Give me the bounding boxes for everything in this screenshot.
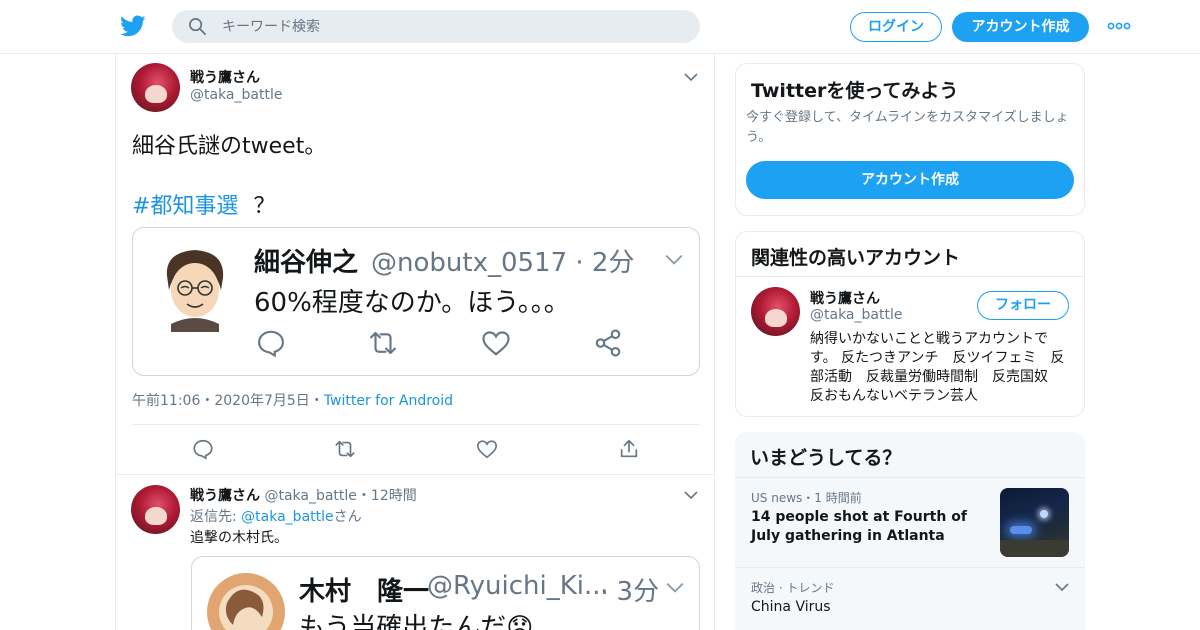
quoted-author-name: 細谷伸之 bbox=[254, 248, 359, 278]
trend-item-headline[interactable]: 14 people shot at Fourth of July gatheri… bbox=[751, 508, 981, 546]
share-icon[interactable] bbox=[618, 438, 640, 460]
reply-quoted-text: もう当確出たんだ😟 bbox=[299, 613, 534, 630]
search-input[interactable] bbox=[222, 10, 682, 43]
top-navigation-bar: ログイン アカウント作成 bbox=[0, 0, 1200, 54]
heart-icon[interactable] bbox=[476, 438, 498, 460]
reply-quoted-chevron-down-icon bbox=[666, 582, 684, 593]
reply-quoted-author-name: 木村 隆一 bbox=[299, 577, 430, 607]
search-icon bbox=[189, 18, 206, 35]
trend-meta: 政治 · トレンド bbox=[751, 581, 835, 595]
retweet-icon bbox=[370, 331, 396, 355]
reply-embedded-tweet-image[interactable]: 木村 隆一 @Ryuichi_Ki... · 3分 もう当確出たんだ😟 bbox=[191, 556, 700, 630]
tweet-hashtag-line: #都知事選 ？ bbox=[132, 188, 275, 220]
reply-time[interactable]: ・12時間 bbox=[357, 488, 417, 504]
news-thumbnail-image[interactable] bbox=[1000, 488, 1069, 557]
signup-card: Twitterを使ってみよう 今すぐ登録して、タイムラインをカスタマイズしましょ… bbox=[735, 63, 1085, 216]
reply-quoted-author-handle: @Ryuichi_Ki... bbox=[427, 571, 609, 601]
reply-chevron-down-icon[interactable] bbox=[684, 490, 698, 500]
tweet-text: 細谷氏謎のtweet。 bbox=[132, 134, 327, 159]
search-box[interactable] bbox=[172, 10, 700, 43]
reply-quoted-time: · 3分 bbox=[600, 577, 660, 607]
replying-to: 返信先: @taka_battleさん bbox=[190, 506, 362, 526]
divider bbox=[736, 276, 1084, 277]
reply-icon[interactable] bbox=[192, 438, 214, 460]
signup-card-subtitle: 今すぐ登録して、タイムラインをカスタマイズしましょう。 bbox=[746, 110, 1069, 145]
related-accounts-title: 関連性の高いアカウント bbox=[751, 247, 961, 269]
reply-avatar[interactable] bbox=[131, 485, 180, 534]
related-accounts-card: 関連性の高いアカウント 戦う鷹さん @taka_battle フォロー 納得いか… bbox=[735, 231, 1085, 417]
retweet-icon[interactable] bbox=[334, 438, 356, 460]
heart-icon bbox=[482, 331, 510, 356]
divider bbox=[116, 474, 714, 475]
author-handle[interactable]: @taka_battle bbox=[190, 87, 282, 103]
signup-card-title: Twitterを使ってみよう bbox=[751, 80, 959, 102]
tweet-timestamp: 午前11:06・2020年7月5日・Twitter for Android bbox=[132, 390, 453, 410]
divider bbox=[735, 567, 1085, 568]
signup-button[interactable]: アカウント作成 bbox=[952, 12, 1089, 42]
signup-card-button[interactable]: アカウント作成 bbox=[746, 161, 1074, 199]
divider bbox=[132, 424, 700, 425]
reply-header: 戦う鷹さん @taka_battle・12時間 bbox=[190, 485, 417, 505]
main-timeline-column: 戦う鷹さん @taka_battle 細谷氏謎のtweet。 #都知事選 ？ 細… bbox=[115, 54, 715, 630]
replying-to-link[interactable]: @taka_battle bbox=[241, 509, 333, 525]
hashtag-link[interactable]: #都知事選 bbox=[132, 194, 238, 219]
related-account-name[interactable]: 戦う鷹さん bbox=[810, 288, 880, 308]
divider bbox=[735, 477, 1085, 478]
quoted-tweet-text: 60%程度なのか。ほう。。。 bbox=[254, 288, 570, 318]
reply-quoted-avatar bbox=[207, 573, 285, 630]
cartoon-avatar-illustration bbox=[166, 250, 224, 332]
related-avatar[interactable] bbox=[751, 287, 800, 336]
more-options-icon[interactable] bbox=[1106, 17, 1132, 35]
reply-text: 追撃の木村氏。 bbox=[190, 530, 288, 546]
trend-meta: US news・1 時間前 bbox=[751, 491, 862, 505]
replying-to-label: 返信先: bbox=[190, 509, 242, 525]
follow-button[interactable]: フォロー bbox=[977, 291, 1069, 320]
trend-chevron-down-icon[interactable] bbox=[1055, 582, 1069, 592]
tweet-date[interactable]: 午前11:06・2020年7月5日・ bbox=[132, 393, 324, 409]
avatar[interactable] bbox=[131, 63, 180, 112]
embedded-tweet-image[interactable]: 細谷伸之 @nobutx_0517 · 2分 60%程度なのか。ほう。。。 bbox=[132, 227, 700, 376]
replying-to-suffix: さん bbox=[333, 509, 362, 525]
tweet-source-link[interactable]: Twitter for Android bbox=[324, 393, 453, 409]
trend-item-topic[interactable]: China Virus bbox=[751, 598, 831, 617]
related-account-handle[interactable]: @taka_battle bbox=[810, 307, 902, 323]
quoted-chevron-down-icon bbox=[665, 254, 683, 265]
trends-card: いまどうしてる？ US news・1 時間前 14 people shot at… bbox=[735, 432, 1085, 630]
author-name[interactable]: 戦う鷹さん bbox=[190, 67, 260, 87]
reply-icon bbox=[258, 330, 284, 358]
share-nodes-icon bbox=[595, 329, 621, 357]
related-account-bio: 納得いかないことと戦うアカウントです。 反たつきアンチ 反ツイフェミ 反部活動 … bbox=[810, 331, 1065, 404]
chevron-down-icon[interactable] bbox=[684, 72, 698, 82]
reply-author-handle[interactable]: @taka_battle bbox=[264, 488, 356, 504]
reply-author-name[interactable]: 戦う鷹さん bbox=[190, 488, 260, 504]
tweet-text-suffix: ？ bbox=[253, 194, 276, 219]
twitter-bird-icon[interactable] bbox=[120, 13, 146, 39]
quoted-author-handle: @nobutx_0517 · 2分 bbox=[371, 248, 635, 278]
quoted-action-bar bbox=[254, 328, 634, 362]
login-button[interactable]: ログイン bbox=[850, 12, 942, 42]
trends-title: いまどうしてる？ bbox=[750, 447, 902, 469]
